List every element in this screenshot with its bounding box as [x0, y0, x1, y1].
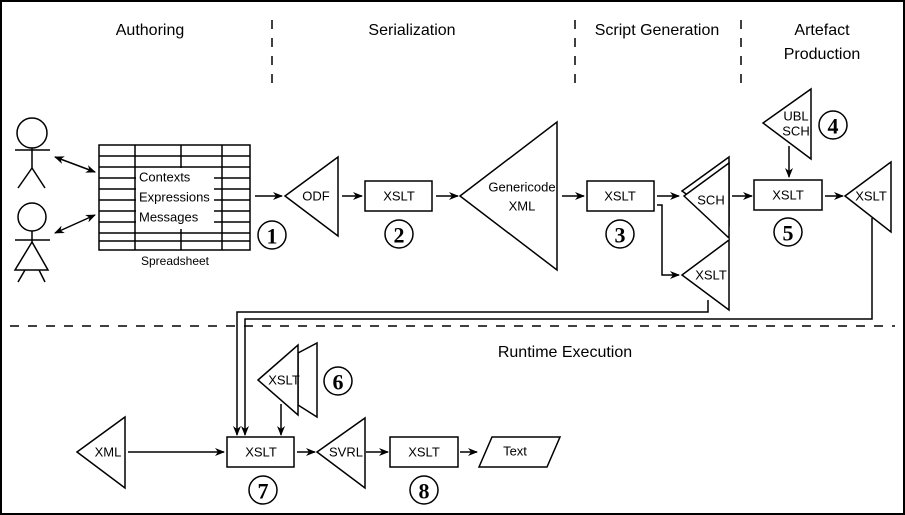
- spreadsheet-label: Spreadsheet: [141, 254, 210, 268]
- xslt-label: XSLT: [604, 188, 636, 203]
- phase-authoring: Authoring: [116, 22, 185, 39]
- svrl-label: SVRL: [329, 444, 363, 459]
- xslt-label: XSLT: [383, 188, 415, 203]
- genericode-label-xml: XML: [509, 198, 536, 213]
- spreadsheet-row-expressions: Expressions: [139, 189, 210, 204]
- odf-label: ODF: [302, 188, 330, 203]
- ubl-sch-label: SCH: [782, 123, 809, 138]
- xslt-stack-back: [297, 341, 318, 419]
- process-diagram: Authoring Serialization Script Generatio…: [0, 0, 905, 515]
- step-3: 3: [615, 223, 626, 248]
- ubl-label: UBL: [783, 108, 808, 123]
- xslt-label: XSLT: [408, 444, 440, 459]
- phase-script-generation: Script Generation: [595, 22, 720, 39]
- step-4: 4: [828, 114, 839, 139]
- spreadsheet-row-contexts: Contexts: [139, 169, 191, 184]
- xslt-label: XSLT: [695, 267, 727, 282]
- step-2: 2: [394, 223, 405, 248]
- xslt-label: XSLT: [268, 372, 300, 387]
- spreadsheet-row-messages: Messages: [139, 209, 199, 224]
- genericode-label: Genericode: [488, 179, 555, 194]
- xml-label: XML: [95, 444, 122, 459]
- xslt-label: XSLT: [855, 188, 887, 203]
- phase-runtime: Runtime Execution: [498, 344, 632, 361]
- step-5: 5: [783, 221, 794, 246]
- step-7: 7: [258, 479, 269, 504]
- step-6: 6: [333, 370, 344, 395]
- xslt-label: XSLT: [245, 444, 277, 459]
- sch-label: SCH: [697, 192, 724, 207]
- text-label: Text: [503, 443, 527, 458]
- phase-serialization: Serialization: [368, 22, 455, 39]
- phase-artefact-line1: Artefact: [794, 22, 850, 39]
- phase-artefact-line2: Production: [784, 46, 861, 63]
- step-1: 1: [267, 224, 278, 249]
- xslt-label: XSLT: [772, 187, 804, 202]
- step-8: 8: [419, 479, 430, 504]
